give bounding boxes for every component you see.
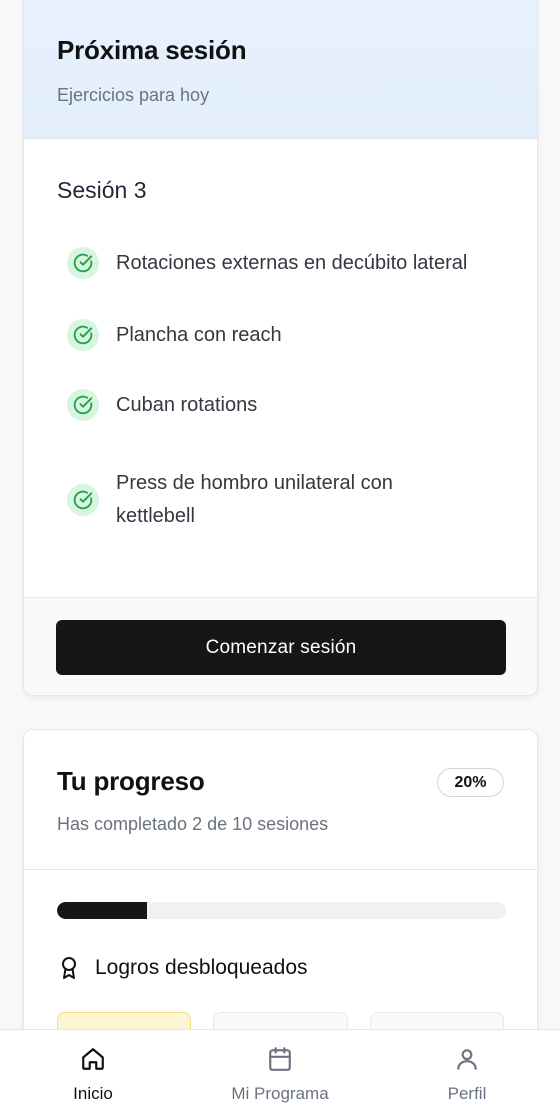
- session-card-footer: Comenzar sesión: [24, 597, 537, 695]
- exercise-item: Rotaciones externas en decúbito lateral: [57, 228, 504, 298]
- exercise-item: Plancha con reach: [57, 300, 504, 370]
- home-icon: [80, 1046, 106, 1077]
- next-session-card: Próxima sesión Ejercicios para hoy Sesió…: [23, 0, 538, 696]
- check-circle-icon: [67, 389, 99, 421]
- exercise-label: Press de hombro unilateral con kettlebel…: [116, 472, 393, 527]
- progress-card-header: Tu progreso 20% Has completado 2 de 10 s…: [24, 730, 537, 870]
- progress-summary: Has completado 2 de 10 sesiones: [57, 814, 329, 834]
- calendar-icon: [267, 1046, 293, 1077]
- progress-bar: [57, 902, 506, 919]
- exercise-label: Cuban rotations: [116, 393, 258, 416]
- check-circle-icon: [67, 247, 99, 279]
- nav-item-program[interactable]: Mi Programa: [210, 1030, 350, 1120]
- nav-item-home[interactable]: Inicio: [53, 1030, 133, 1120]
- nav-label: Inicio: [73, 1084, 113, 1103]
- start-session-button[interactable]: Comenzar sesión: [56, 620, 506, 675]
- achievements-title: Logros desbloqueados: [95, 956, 308, 979]
- progress-percent-badge: 20%: [437, 768, 504, 797]
- session-card-body: Sesión 3 Rotaciones externas en decúbito…: [24, 139, 537, 597]
- award-icon: [57, 955, 81, 981]
- next-session-subtitle: Ejercicios para hoy: [57, 85, 210, 105]
- exercise-label: Rotaciones externas en decúbito lateral: [116, 251, 468, 274]
- next-session-title: Próxima sesión: [57, 35, 247, 65]
- session-card-header: Próxima sesión Ejercicios para hoy: [24, 0, 537, 139]
- achievements-heading: Logros desbloqueados: [57, 955, 504, 981]
- nav-item-profile[interactable]: Perfil: [427, 1030, 507, 1120]
- exercise-item: Press de hombro unilateral con kettlebel…: [57, 455, 504, 545]
- check-circle-icon: [67, 484, 99, 516]
- session-name: Sesión 3: [57, 177, 147, 203]
- nav-label: Mi Programa: [231, 1084, 329, 1103]
- exercise-item: Cuban rotations: [57, 370, 504, 440]
- progress-bar-fill: [57, 902, 147, 919]
- check-circle-icon: [67, 319, 99, 351]
- nav-label: Perfil: [447, 1084, 487, 1103]
- user-icon: [454, 1046, 480, 1077]
- bottom-navigation: Inicio Mi Programa Perfil: [0, 1029, 560, 1120]
- exercise-list: Rotaciones externas en decúbito lateral …: [57, 228, 504, 545]
- exercise-label: Plancha con reach: [116, 323, 282, 346]
